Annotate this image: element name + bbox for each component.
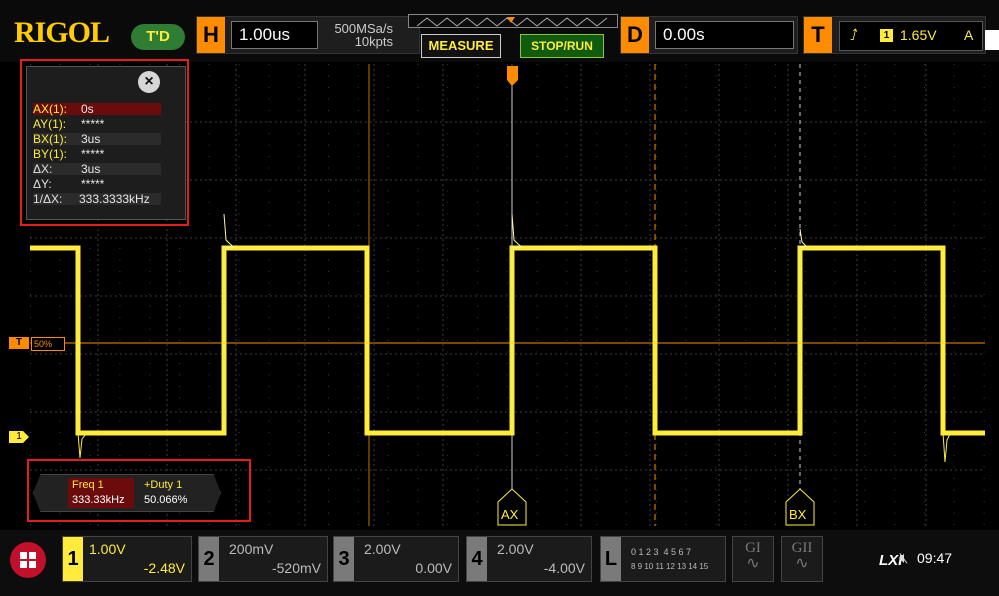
run-state-badge[interactable]: T'D	[131, 24, 185, 50]
logic-label: L	[601, 537, 621, 581]
generator-1-button[interactable]: GI ∿	[732, 536, 774, 582]
delay-label: D	[621, 17, 649, 53]
delay-panel[interactable]: D 0.00s	[620, 16, 798, 54]
trigger-settings[interactable]: ⭜ 1 1.65V A	[839, 21, 983, 51]
channel-3-panel[interactable]: 3 2.00V 0.00V	[333, 536, 459, 582]
channel-4-number: 4	[467, 537, 487, 581]
horizontal-panel[interactable]: H 1.00us 500MSa/s 10kpts	[196, 16, 420, 54]
cursor-b-label: BX	[789, 507, 807, 522]
channel-1-scale: 1.00V	[89, 541, 126, 557]
rising-edge-icon: ⭜	[850, 27, 858, 44]
channel-3-scale: 2.00V	[364, 541, 401, 557]
logic-channels-row-1: 0 1 2 3 4 5 6 7	[631, 547, 692, 557]
cursor-table-highlight	[20, 59, 189, 226]
sine-wave-icon: ∿	[746, 555, 760, 572]
cursor-b-tag[interactable]: BX	[785, 488, 815, 526]
trigger-level-percent: 50%	[31, 337, 65, 351]
channel-2-offset: -520mV	[271, 560, 321, 576]
cursor-a-tag[interactable]: AX	[497, 488, 527, 526]
memory-depth: 10kpts	[354, 34, 393, 49]
channel-4-scale: 2.00V	[497, 541, 534, 557]
channel-4-offset: -4.00V	[543, 560, 585, 576]
trigger-panel[interactable]: T ⭜ 1 1.65V A	[803, 16, 986, 54]
logic-analyzer-panel[interactable]: L 0 1 2 3 4 5 6 7 8 9 10 11 12 13 14 15	[600, 536, 726, 582]
stop-run-button[interactable]: STOP/RUN	[520, 34, 604, 58]
channel-2-panel[interactable]: 2 200mV -520mV	[198, 536, 328, 582]
channel-3-offset: 0.00V	[415, 560, 452, 576]
trigger-level: 1.65V	[900, 27, 937, 43]
cursor-a-label: AX	[501, 507, 519, 522]
measurement-highlight	[27, 459, 251, 522]
logic-channels-row-2: 8 9 10 11 12 13 14 15	[631, 562, 709, 571]
bottom-bar: 1 1.00V -2.48V 2 200mV -520mV 3 2.00V 0.…	[0, 530, 999, 596]
trigger-mode: A	[964, 27, 974, 43]
top-bar: RIGOL T'D H 1.00us 500MSa/s 10kpts MEASU…	[0, 0, 999, 62]
channel-4-panel[interactable]: 4 2.00V -4.00V	[466, 536, 592, 582]
right-edge-gutter	[985, 30, 999, 50]
sine-wave-icon: ∿	[795, 555, 809, 572]
channel-2-scale: 200mV	[229, 541, 274, 557]
brand-logo: RIGOL	[14, 16, 110, 49]
trigger-source-badge: 1	[880, 29, 893, 42]
main-menu-icon[interactable]	[10, 542, 46, 578]
oscilloscope-screen: RIGOL T'D H 1.00us 500MSa/s 10kpts MEASU…	[0, 0, 999, 596]
channel-1-panel[interactable]: 1 1.00V -2.48V	[62, 536, 192, 582]
system-clock: 09:47	[917, 550, 953, 566]
delay-value[interactable]: 0.00s	[655, 21, 794, 49]
channel-1-offset: -2.48V	[143, 560, 185, 576]
horizontal-label: H	[197, 17, 225, 53]
channel-2-number: 2	[199, 537, 219, 581]
channel-1-number: 1	[63, 537, 83, 581]
measure-button[interactable]: MEASURE	[421, 34, 501, 58]
channel-3-number: 3	[334, 537, 354, 581]
ch1-offset-marker[interactable]: 1	[9, 431, 29, 443]
generator-2-button[interactable]: GII ∿	[781, 536, 823, 582]
waveform-overview[interactable]	[408, 14, 618, 28]
trigger-level-marker-label: T	[9, 337, 29, 349]
timebase-value[interactable]: 1.00us	[231, 21, 318, 49]
speaker-muted-icon[interactable]: 🔇︎	[899, 550, 908, 567]
trigger-label: T	[804, 17, 832, 53]
